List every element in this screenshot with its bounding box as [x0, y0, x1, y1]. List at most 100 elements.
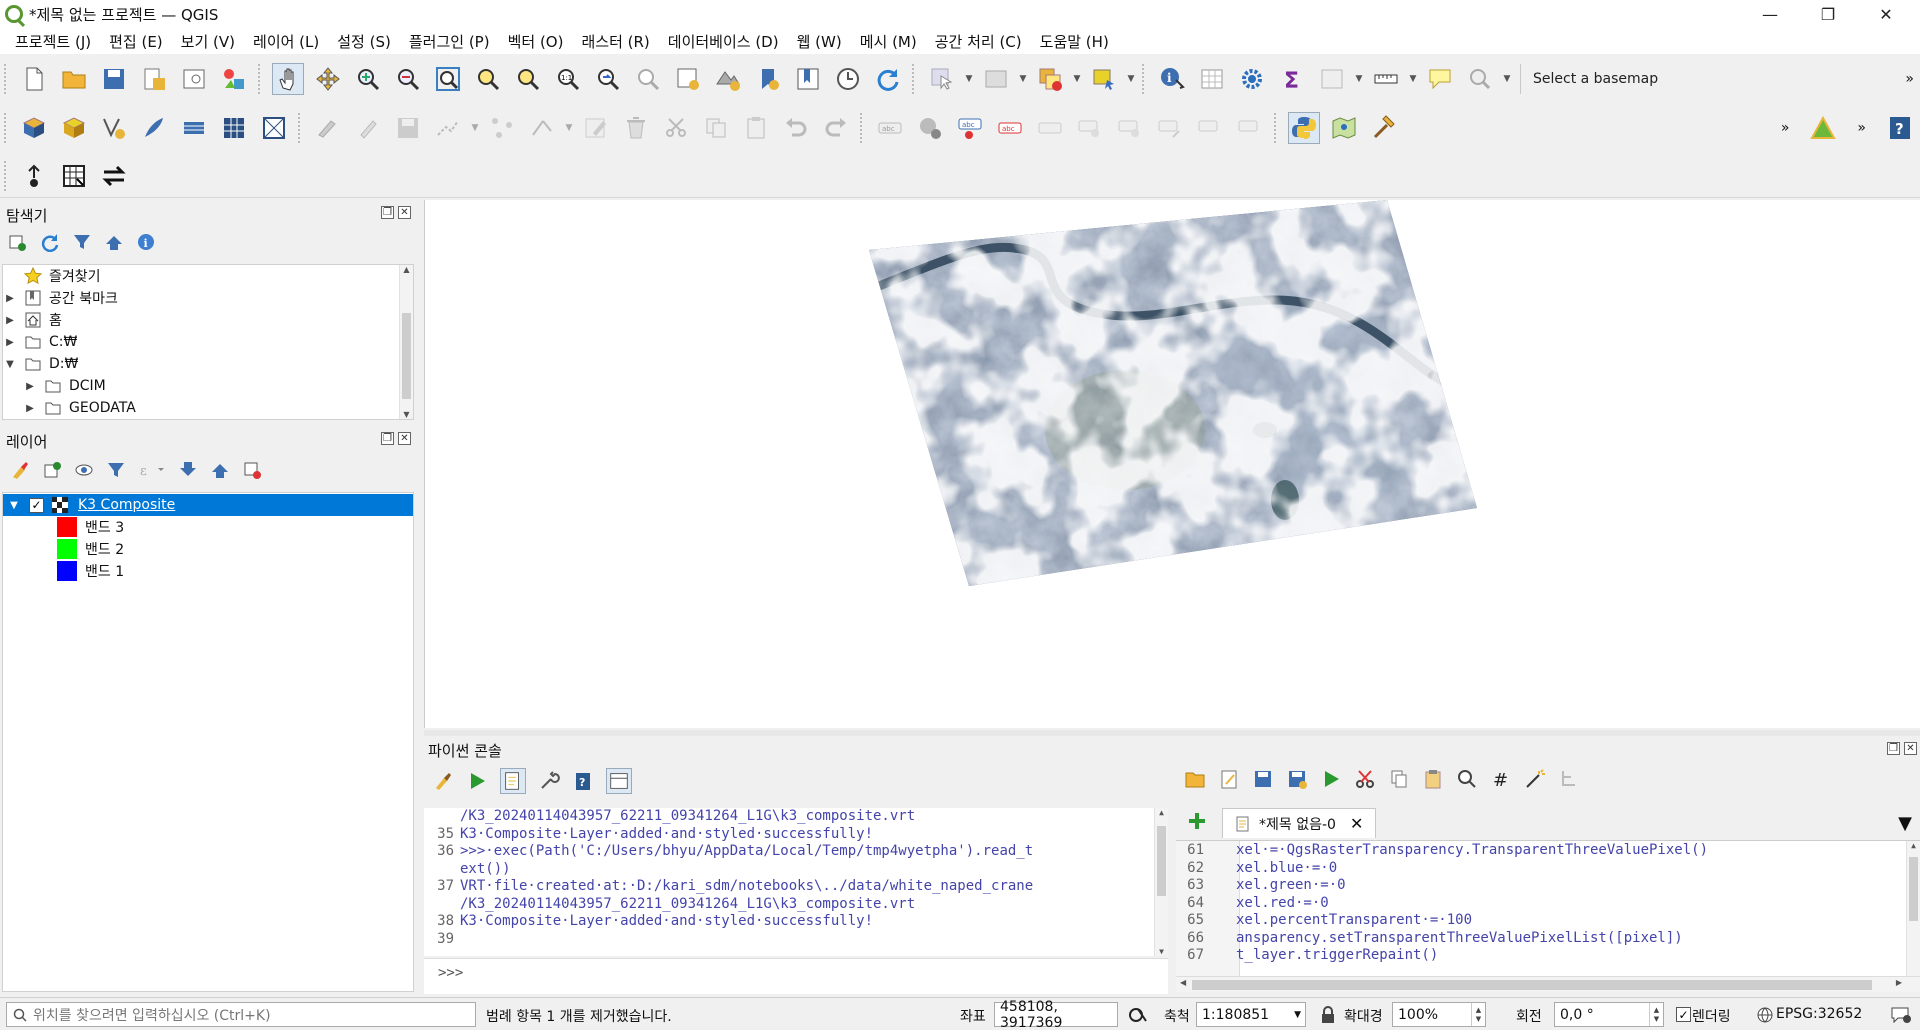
- scroll-down-icon[interactable]: ▼: [1155, 947, 1168, 956]
- editor-hscrollbar[interactable]: ◀ ▶: [1176, 976, 1920, 992]
- add-wms-button[interactable]: [178, 112, 210, 144]
- tree-item-geodata[interactable]: ▶ GEODATA: [3, 397, 413, 419]
- tab-list-dropdown-icon[interactable]: ▼: [1898, 813, 1912, 834]
- print-layout-button[interactable]: [178, 63, 210, 95]
- move-label-button[interactable]: [1074, 112, 1106, 144]
- tree-arrow[interactable]: ▼: [3, 359, 17, 370]
- eye-icon[interactable]: [74, 460, 94, 480]
- scroll-up-icon[interactable]: ▲: [1155, 808, 1168, 817]
- tree-arrow[interactable]: ▶: [23, 403, 37, 414]
- help-button[interactable]: ?: [1884, 112, 1916, 144]
- open-in-editor-icon[interactable]: [1218, 768, 1240, 790]
- minimize-button[interactable]: —: [1742, 0, 1798, 28]
- scroll-left-icon[interactable]: ◀: [1180, 978, 1186, 987]
- filter-icon[interactable]: [106, 460, 126, 480]
- statistical-summary-button[interactable]: Σ: [1276, 63, 1308, 95]
- close-panel-button[interactable]: ✕: [1904, 742, 1917, 755]
- pin-labels-button[interactable]: abc: [954, 112, 986, 144]
- scrollbar-thumb[interactable]: [1192, 980, 1872, 990]
- zoom-native-button[interactable]: 1:1: [552, 63, 584, 95]
- cut-features-button[interactable]: [660, 112, 692, 144]
- measure-line-button[interactable]: [1370, 63, 1402, 95]
- redo-button[interactable]: [820, 112, 852, 144]
- tree-arrow[interactable]: ▶: [3, 315, 17, 326]
- close-tab-icon[interactable]: ✕: [1350, 814, 1363, 833]
- console-splitter[interactable]: [424, 730, 1920, 736]
- tree-item-drive-d[interactable]: ▼ D:₩: [3, 353, 413, 375]
- vertex-dropdown[interactable]: ▼: [562, 112, 576, 144]
- new-geopackage-button[interactable]: [58, 112, 90, 144]
- show-hide-labels-button[interactable]: [1034, 112, 1066, 144]
- zoom-out-button[interactable]: [392, 63, 424, 95]
- save-layer-edits-button[interactable]: [392, 112, 424, 144]
- style-manager-button[interactable]: [218, 63, 250, 95]
- scrollbar-thumb[interactable]: [402, 313, 411, 399]
- float-panel-button[interactable]: ❐: [381, 206, 394, 219]
- identify-features-button[interactable]: i: [1156, 63, 1188, 95]
- close-panel-button[interactable]: ✕: [398, 206, 411, 219]
- save-project-button[interactable]: [98, 63, 130, 95]
- toolbar-handle[interactable]: [258, 64, 264, 94]
- pan-map-button[interactable]: [272, 63, 304, 95]
- zoom-to-selection-button[interactable]: [472, 63, 504, 95]
- new-3d-view-button[interactable]: [712, 63, 744, 95]
- rotate-label-button[interactable]: [1114, 112, 1146, 144]
- toolbar-overflow-button[interactable]: »: [1781, 120, 1790, 136]
- map-canvas[interactable]: [424, 200, 1920, 728]
- editor-tab[interactable]: *제목 없음-0 ✕: [1222, 808, 1377, 838]
- rule-label-button[interactable]: [1234, 112, 1266, 144]
- search-icon[interactable]: [1456, 768, 1478, 790]
- plugin-triangle-button[interactable]: [1807, 112, 1839, 144]
- select-location-dropdown[interactable]: ▼: [1124, 63, 1138, 95]
- close-button[interactable]: ✕: [1858, 0, 1914, 28]
- expand-arrow-icon[interactable]: ▼: [7, 500, 21, 511]
- save-icon[interactable]: [1252, 768, 1274, 790]
- measure-dropdown[interactable]: ▼: [1406, 63, 1420, 95]
- toolbar-handle[interactable]: [4, 160, 10, 191]
- locator-dropdown[interactable]: ▼: [1500, 63, 1514, 95]
- tree-item-home[interactable]: ▶ 홈: [3, 309, 413, 331]
- band-item[interactable]: 밴드 3: [3, 516, 413, 538]
- crs-button[interactable]: EPSG:32652: [1776, 1006, 1862, 1022]
- tree-arrow[interactable]: ▶: [23, 381, 37, 392]
- menu-plugins[interactable]: 플러그인 (P): [400, 31, 499, 52]
- select-by-value-button[interactable]: [980, 63, 1012, 95]
- copy-icon[interactable]: [1388, 768, 1410, 790]
- magic-wand-icon[interactable]: [1524, 768, 1546, 790]
- add-group-icon[interactable]: [42, 460, 62, 480]
- scroll-up-icon[interactable]: ▲: [400, 265, 413, 274]
- toolbar-handle[interactable]: [912, 64, 918, 94]
- toolbar-handle[interactable]: [4, 64, 10, 94]
- qgis-plugin-button[interactable]: [1328, 112, 1360, 144]
- console-scrollbar[interactable]: ▲ ▼: [1154, 808, 1168, 956]
- band-item[interactable]: 밴드 1: [3, 560, 413, 582]
- band-item[interactable]: 밴드 2: [3, 538, 413, 560]
- tree-item-drive-c[interactable]: ▶ C:₩: [3, 331, 413, 353]
- scissors-icon[interactable]: [1354, 768, 1376, 790]
- scale-combobox[interactable]: 1:180851 ▼: [1196, 1002, 1306, 1027]
- layer-diagram-button[interactable]: [914, 112, 946, 144]
- add-raster-layer-button[interactable]: [218, 112, 250, 144]
- pan-to-selection-button[interactable]: [312, 63, 344, 95]
- magnifier-spinbox[interactable]: 100% ▲ ▼: [1392, 1002, 1486, 1027]
- scrollbar-thumb[interactable]: [1909, 857, 1918, 921]
- select-value-dropdown[interactable]: ▼: [1016, 63, 1030, 95]
- open-field-calculator-button[interactable]: [1316, 63, 1348, 95]
- browser-scrollbar[interactable]: ▲ ▼: [399, 265, 413, 419]
- add-spatialite-button[interactable]: [138, 112, 170, 144]
- field-calculator-dropdown[interactable]: ▼: [1352, 63, 1366, 95]
- open-attribute-table-button[interactable]: [1196, 63, 1228, 95]
- comment-hash-icon[interactable]: #: [1490, 768, 1512, 790]
- paste-features-button[interactable]: [740, 112, 772, 144]
- save-as-button[interactable]: [138, 63, 170, 95]
- toolbar-overflow-button[interactable]: »: [1905, 71, 1914, 87]
- tree-item-spatial-bookmarks[interactable]: ▶ 공간 북마크: [3, 287, 413, 309]
- new-map-view-button[interactable]: [672, 63, 704, 95]
- add-selected-layer-icon[interactable]: [8, 232, 28, 252]
- style-layer-icon[interactable]: [10, 460, 30, 480]
- add-mesh-layer-button[interactable]: [258, 112, 290, 144]
- scroll-down-icon[interactable]: ▼: [400, 410, 413, 419]
- toggle-editing-button[interactable]: [352, 112, 384, 144]
- run-command-icon[interactable]: [466, 770, 488, 792]
- vertex-tool-button[interactable]: [486, 112, 518, 144]
